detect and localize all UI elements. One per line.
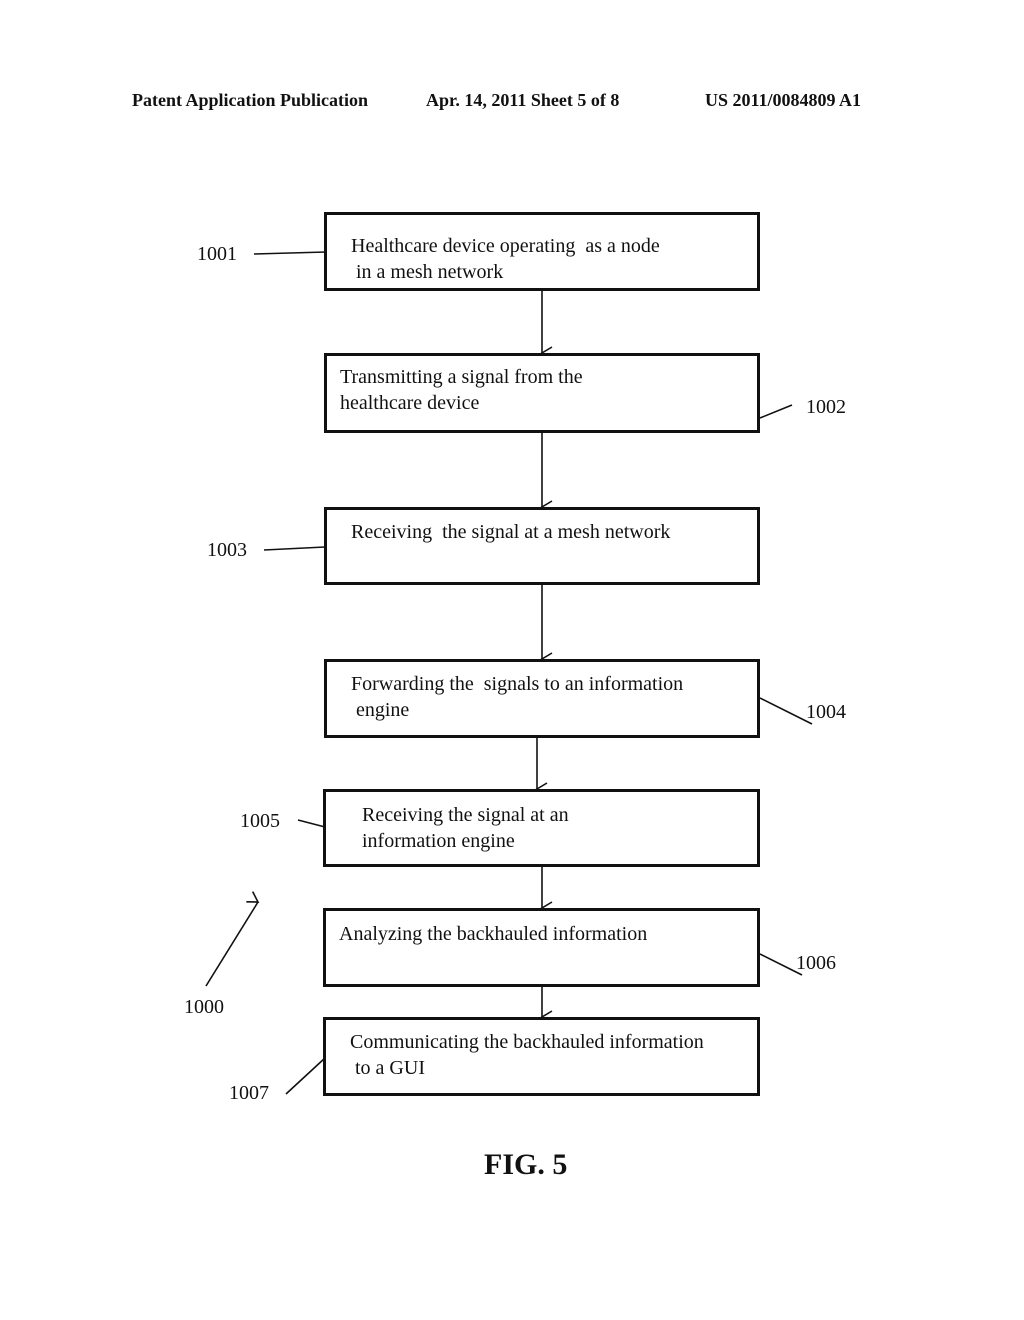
flow-reference-arrow — [205, 891, 260, 987]
step-text-line2: engine — [351, 699, 410, 721]
step-box-1007: Communicating the backhauled information… — [323, 1017, 760, 1096]
leader-1005 — [297, 819, 326, 828]
ref-label-1005: 1005 — [240, 810, 280, 832]
step-box-1005: Receiving the signal at an information e… — [323, 789, 760, 867]
step-box-1004: Forwarding the signals to an information… — [324, 659, 760, 738]
step-box-1002: Transmitting a signal from the healthcar… — [324, 353, 760, 433]
figure-label: FIG. 5 — [484, 1148, 568, 1181]
step-box-1003: Receiving the signal at a mesh network — [324, 507, 760, 585]
step-text-line2: in a mesh network — [351, 261, 504, 283]
step-text-line2: to a GUI — [350, 1057, 425, 1079]
step-text-line1: Forwarding the signals to an information — [351, 673, 684, 695]
ref-label-1007: 1007 — [229, 1082, 269, 1104]
leader-1003 — [263, 546, 326, 551]
step-box-1001: Healthcare device operating as a node in… — [324, 212, 760, 291]
ref-label-1001: 1001 — [197, 243, 237, 265]
ref-label-1002: 1002 — [806, 396, 846, 418]
step-text-line1: Receiving the signal at an — [362, 804, 569, 826]
step-text-line1: Transmitting a signal from the — [340, 366, 583, 388]
leader-1002 — [759, 404, 793, 419]
leader-1001 — [253, 251, 327, 255]
step-text-line1: Receiving the signal at a mesh network — [351, 521, 671, 543]
ref-label-1006: 1006 — [796, 952, 836, 974]
ref-label-1004: 1004 — [806, 701, 846, 723]
step-box-1006: Analyzing the backhauled information — [323, 908, 760, 987]
leader-1004 — [759, 697, 813, 725]
step-text-line2: information engine — [362, 830, 515, 852]
step-text-line2: healthcare device — [340, 392, 480, 414]
step-text-line1: Communicating the backhauled information — [350, 1031, 704, 1053]
step-text-line1: Analyzing the backhauled information — [339, 923, 648, 945]
flow-reference-label: 1000 — [184, 996, 224, 1018]
ref-label-1003: 1003 — [207, 539, 247, 561]
step-text-line1: Healthcare device operating as a node — [351, 235, 660, 257]
leader-1007 — [285, 1057, 326, 1095]
